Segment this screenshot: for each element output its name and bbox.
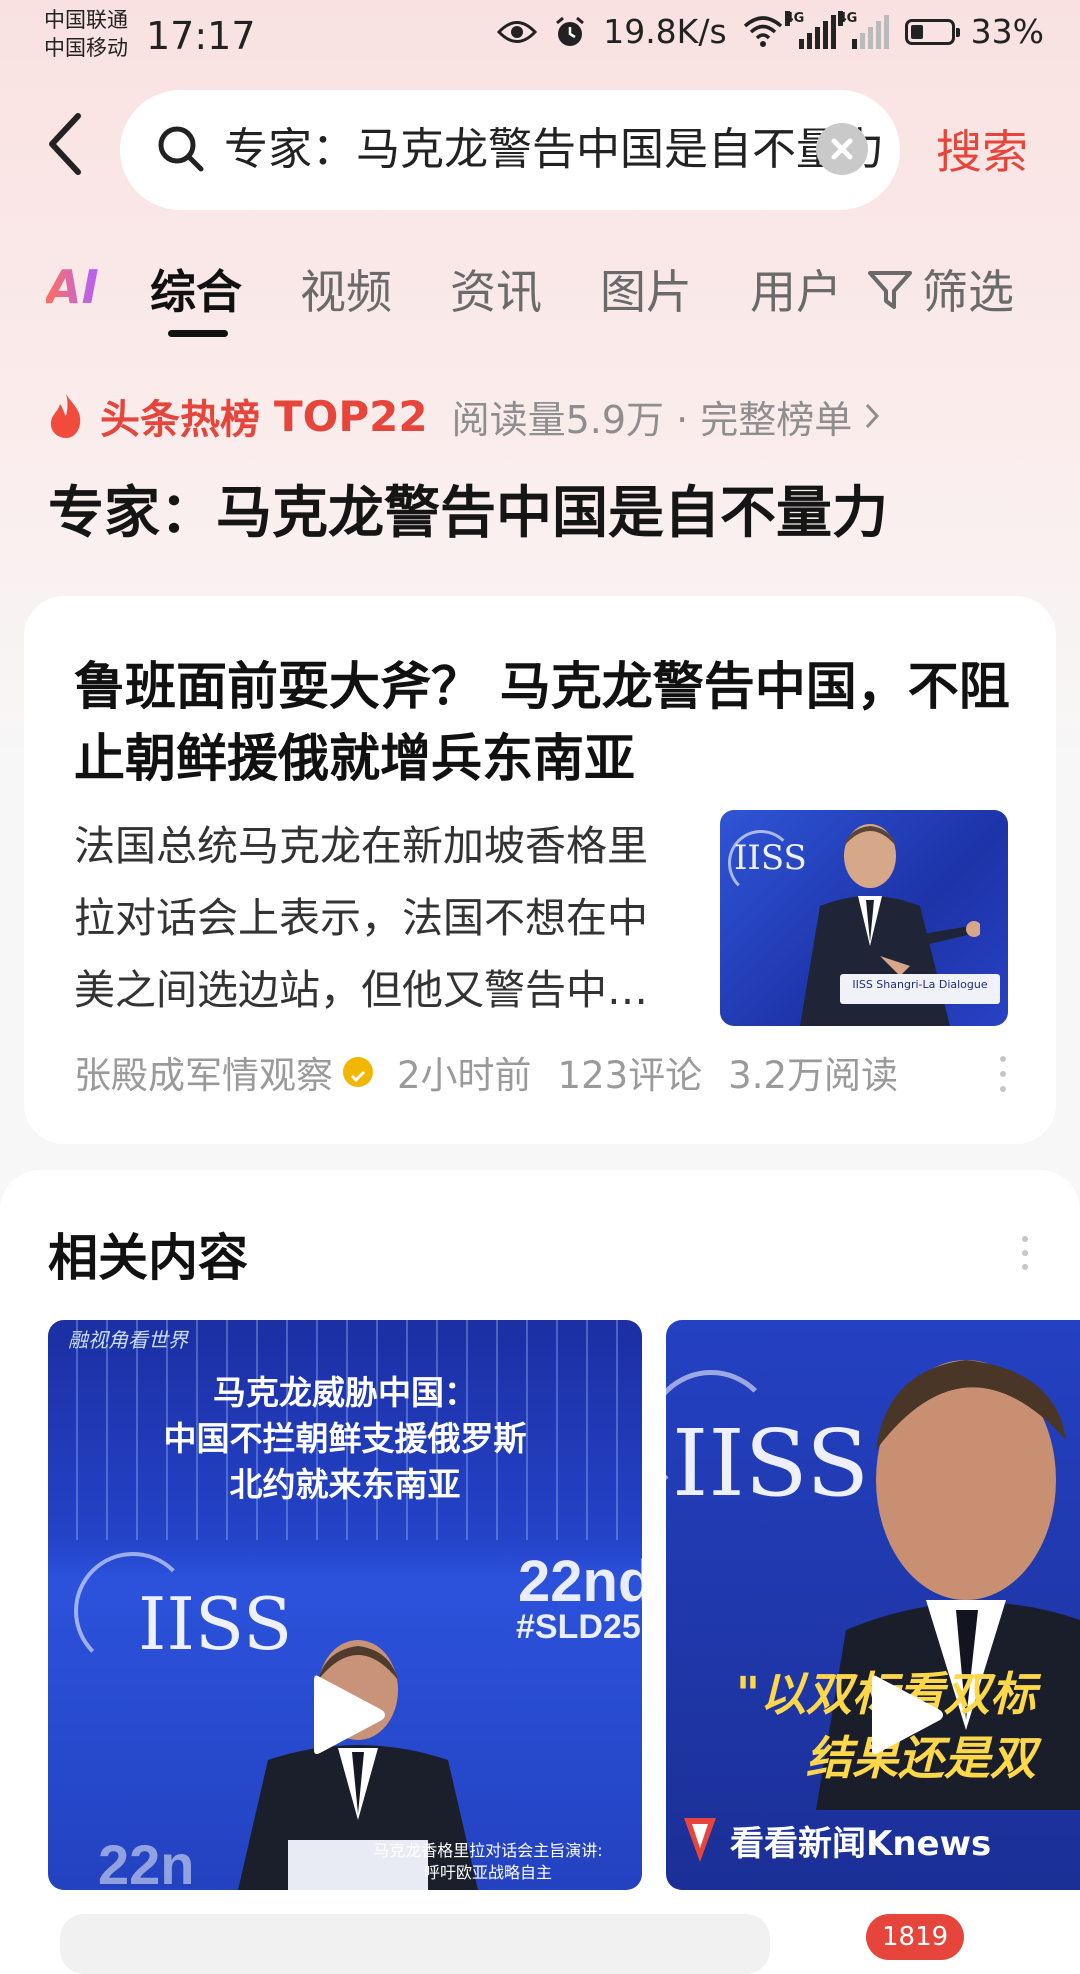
event-tag: #SLD25 xyxy=(516,1608,641,1646)
chevron-right-icon xyxy=(866,403,880,429)
overlay-line: 北约就来东南亚 xyxy=(229,1465,461,1504)
network-type-label: 4G xyxy=(784,10,805,26)
search-tabs: AI 综合 视频 资讯 图片 用户 筛选 xyxy=(0,250,1080,340)
related-video-card[interactable]: 融视角看世界 马克龙威胁中国： 中国不拦朝鲜支援俄罗斯 北约就来东南亚 IISS… xyxy=(48,1320,642,1890)
knews-logo-icon xyxy=(684,1818,716,1862)
tab-comprehensive[interactable]: 综合 xyxy=(150,256,242,322)
status-bar: 中国联通 中国移动 17:17 19.8K/s 4G 4G 33% xyxy=(0,0,1080,76)
carrier-1: 中国联通 xyxy=(44,8,128,32)
comment-input[interactable] xyxy=(60,1914,770,1974)
filter-label: 筛选 xyxy=(922,265,1014,319)
tab-news[interactable]: 资讯 xyxy=(450,256,542,322)
chevron-left-icon xyxy=(49,113,81,175)
wifi-icon xyxy=(743,15,782,47)
close-icon xyxy=(831,138,853,160)
event-number: 22nd xyxy=(518,1549,642,1614)
subtitle-line: 呼吁欧亚战略自主 xyxy=(423,1863,552,1882)
video-source-name: 看看新闻Knews xyxy=(730,1823,992,1864)
video-overlay-text: 马克龙威胁中国： 中国不拦朝鲜支援俄罗斯 北约就来东南亚 xyxy=(48,1370,642,1508)
eye-icon xyxy=(497,20,538,43)
article-meta: 张殿成军情观察 2小时前 123评论 3.2万阅读 xyxy=(74,1042,898,1102)
related-title: 相关内容 xyxy=(48,1229,248,1287)
author-name[interactable]: 张殿成军情观察 xyxy=(74,1045,333,1099)
article-card[interactable]: 鲁班面前耍大斧？ 马克龙警告中国，不阻止朝鲜援俄就增兵东南亚 法国总统马克龙在新… xyxy=(24,596,1056,1144)
play-icon[interactable] xyxy=(866,1670,946,1760)
active-tab-indicator xyxy=(168,330,228,337)
hot-rank: TOP22 xyxy=(274,391,428,441)
filter-button[interactable]: 筛选 xyxy=(866,256,1014,322)
overlay-line: 马克龙威胁中国： xyxy=(213,1373,477,1412)
verified-icon xyxy=(343,1057,373,1087)
tab-ai[interactable]: AI xyxy=(46,260,99,314)
signal-icon: 4G xyxy=(837,10,889,49)
publish-time: 2小时前 xyxy=(397,1054,532,1097)
clear-button[interactable] xyxy=(816,123,868,175)
search-icon xyxy=(158,126,204,172)
article-thumbnail[interactable]: IISS IISS Shangri-La Dialogue xyxy=(720,810,1008,1026)
search-box[interactable]: 专家：马克龙警告中国是自不量力 xyxy=(120,90,900,210)
read-count: 3.2万阅读 xyxy=(728,1054,899,1097)
back-button[interactable] xyxy=(46,112,96,192)
carrier-2: 中国移动 xyxy=(44,36,128,60)
search-button[interactable]: 搜索 xyxy=(936,116,1028,182)
battery-icon xyxy=(904,18,960,45)
play-icon[interactable] xyxy=(308,1670,388,1760)
video-channel-header: 融视角看世界 xyxy=(68,1328,188,1352)
comment-count-badge[interactable]: 1819 xyxy=(866,1914,965,1960)
filter-icon xyxy=(868,271,912,309)
more-options-icon[interactable] xyxy=(1022,1236,1028,1278)
event-number-bottom: 22n xyxy=(98,1833,195,1890)
related-video-card[interactable]: IISS "以双标看双标 结果还是双 看看新闻Knews xyxy=(666,1320,1080,1890)
battery-percent: 33% xyxy=(970,12,1044,51)
thumb-caption: IISS Shangri-La Dialogue xyxy=(852,978,988,991)
search-input[interactable]: 专家：马克龙警告中国是自不量力 xyxy=(224,120,904,180)
hot-meta: 阅读量5.9万 · 完整榜单 xyxy=(451,397,853,442)
video-subtitle: 马克龙香格里拉对话会主旨演讲: 呼吁欧亚战略自主 xyxy=(338,1840,638,1884)
related-section: 相关内容 融视角看世界 马克龙威胁中国： 中国不拦朝鲜支援俄罗斯 北约就来东南亚… xyxy=(0,1170,1080,1944)
status-icons: 19.8K/s 4G 4G 33% xyxy=(497,10,1044,51)
tab-video[interactable]: 视频 xyxy=(300,256,392,322)
network-type-label: 4G xyxy=(837,10,858,26)
overlay-line: 中国不拦朝鲜支援俄罗斯 xyxy=(163,1419,527,1458)
hot-list-label: 头条热榜 xyxy=(100,397,260,443)
hot-rank-row[interactable]: 头条热榜 TOP22 阅读量5.9万 · 完整榜单 xyxy=(46,386,880,446)
video-source: 看看新闻Knews xyxy=(666,1806,1080,1874)
hot-topic-title[interactable]: 专家：马克龙警告中国是自不量力 xyxy=(48,468,888,549)
clock: 17:17 xyxy=(146,14,256,58)
comment-count: 123评论 xyxy=(557,1054,703,1097)
article-summary: 法国总统马克龙在新加坡香格里拉对话会上表示，法国不想在中美之间选边站，但他又警告… xyxy=(74,822,648,1014)
network-speed: 19.8K/s xyxy=(603,12,727,51)
alarm-icon xyxy=(556,16,585,46)
flame-icon xyxy=(50,394,81,438)
subtitle-line: 马克龙香格里拉对话会主旨演讲: xyxy=(373,1841,603,1860)
article-title[interactable]: 鲁班面前耍大斧？ 马克龙警告中国，不阻止朝鲜援俄就增兵东南亚 xyxy=(74,652,1034,796)
tab-images[interactable]: 图片 xyxy=(600,256,692,322)
signal-icon: 4G xyxy=(784,10,836,49)
tab-users[interactable]: 用户 xyxy=(750,256,842,322)
carrier-names: 中国联通 中国移动 xyxy=(44,6,128,62)
more-options-icon[interactable] xyxy=(998,1056,1008,1100)
